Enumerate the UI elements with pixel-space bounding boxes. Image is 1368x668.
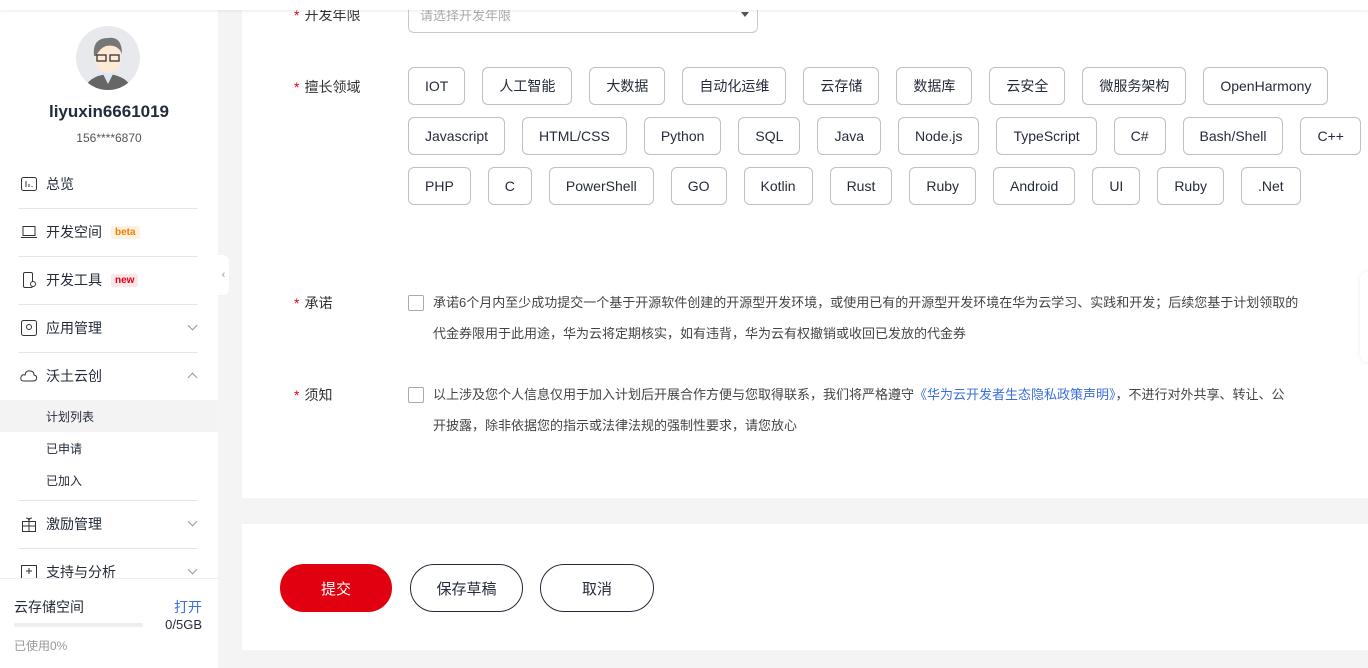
domain-tag[interactable]: Ruby: [909, 167, 977, 205]
avatar[interactable]: [76, 26, 140, 90]
domain-tag[interactable]: TypeScript: [996, 117, 1097, 155]
sidebar-item-label: 应用管理: [46, 320, 102, 336]
domain-tag[interactable]: 云安全: [989, 67, 1066, 105]
chevron-down-icon: [187, 516, 198, 527]
domain-tag[interactable]: 自动化运维: [682, 67, 787, 105]
domain-tag[interactable]: HTML/CSS: [522, 117, 627, 155]
user-phone: 156****6870: [76, 131, 142, 145]
domain-tag[interactable]: IOT: [408, 67, 466, 105]
domain-tag[interactable]: 微服务架构: [1082, 67, 1187, 105]
new-badge: new: [111, 273, 139, 287]
sidebar-item-label: 开发空间: [46, 224, 102, 240]
gift-icon: [20, 516, 38, 532]
sidebar-item-label: 激励管理: [46, 516, 102, 532]
sidebar-subitem-applied[interactable]: 已申请: [0, 432, 218, 464]
sidebar-item-wotu[interactable]: 沃土云创: [0, 352, 218, 400]
form-card: * 开发年限 请选择开发年限 * 擅长领域 IOT 人工智能 大数据 自动化运维 云存储 数据…: [242, 0, 1368, 498]
sidebar-item-incentive[interactable]: 激励管理: [0, 500, 218, 548]
notice-text: 以上涉及您个人信息仅用于加入计划后开展合作方便与您取得联系，我们将严格遵守《华为…: [433, 387, 1285, 433]
sidebar-nav: 总览 开发空间 beta 开发工具 new 应用管理 沃土云创 计划列表 已申请 已…: [0, 160, 218, 596]
domain-tag[interactable]: OpenHarmony: [1203, 67, 1329, 105]
domain-tag[interactable]: UI: [1092, 167, 1141, 205]
user-name: liyuxin6661019: [48, 102, 170, 121]
domain-tag[interactable]: .Net: [1241, 167, 1301, 205]
cloud-icon: [20, 368, 38, 384]
domain-tag[interactable]: C++: [1300, 117, 1361, 155]
domain-tag[interactable]: Android: [993, 167, 1076, 205]
domain-tag[interactable]: Java: [817, 117, 882, 155]
domain-tag[interactable]: 大数据: [589, 67, 666, 105]
collapse-sidebar-button[interactable]: ‹: [218, 255, 229, 295]
domain-tag[interactable]: GO: [670, 167, 727, 205]
domain-tag[interactable]: 人工智能: [482, 67, 573, 105]
chart-icon: [20, 176, 38, 192]
domain-tag[interactable]: Bash/Shell: [1182, 117, 1284, 155]
domain-tag[interactable]: Kotlin: [743, 167, 813, 205]
domain-label: * 擅长领域: [294, 79, 361, 95]
cancel-button[interactable]: 取消: [540, 564, 654, 612]
domain-tag[interactable]: Javascript: [408, 117, 506, 155]
years-placeholder: 请选择开发年限: [420, 8, 512, 23]
domain-tag[interactable]: Ruby: [1157, 167, 1224, 205]
sidebar-subitem-plan-list[interactable]: 计划列表: [0, 400, 218, 432]
chevron-left-icon: ‹: [221, 269, 226, 281]
sidebar-item-overview[interactable]: 总览: [0, 160, 218, 208]
sidebar-item-label: 沃土云创: [46, 368, 102, 384]
sidebar-item-label: 开发工具: [46, 272, 102, 288]
chevron-up-icon: [187, 372, 198, 383]
sidebar: liyuxin6661019 156****6870 总览 开发空间 beta 开…: [0, 10, 218, 668]
laptop-code-icon: [20, 224, 38, 240]
domain-tags: IOT 人工智能 大数据 自动化运维 云存储 数据库 云安全 微服务架构 OpenHarmony…: [408, 67, 1368, 205]
sidebar-item-dev-space[interactable]: 开发空间 beta: [0, 208, 218, 256]
caret-down-icon: [741, 12, 749, 17]
actions-card: 提交 保存草稿 取消: [242, 524, 1368, 650]
storage-used: 已使用0%: [14, 639, 68, 653]
sidebar-item-app-management[interactable]: 应用管理: [0, 304, 218, 352]
domain-tag[interactable]: PowerShell: [548, 167, 654, 205]
domain-tag[interactable]: Python: [643, 117, 722, 155]
storage-quota: 0/5GB: [165, 617, 202, 632]
save-draft-button[interactable]: 保存草稿: [410, 564, 523, 612]
storage-panel: 云存储空间 打开 0/5GB 已使用0%: [0, 578, 218, 668]
app-icon: [20, 320, 38, 336]
domain-tag[interactable]: Rust: [829, 167, 893, 205]
promise-text: 承诺6个月内至少成功提交一个基于开源软件创建的开源型开发环境，或使用已有的开源型…: [433, 295, 1299, 341]
domain-tag[interactable]: C#: [1113, 117, 1166, 155]
promise-checkbox[interactable]: [408, 295, 424, 311]
promise-label: * 承诺: [294, 295, 333, 311]
beta-badge: beta: [111, 225, 140, 239]
storage-open-link[interactable]: 打开: [174, 597, 202, 617]
domain-tag[interactable]: C: [487, 167, 532, 205]
notice-label: * 须知: [294, 387, 333, 403]
top-bar: [0, 0, 1368, 10]
chevron-down-icon: [187, 564, 198, 575]
domain-tag[interactable]: PHP: [408, 167, 471, 205]
phone-tool-icon: [20, 272, 38, 288]
domain-tag[interactable]: 数据库: [896, 67, 973, 105]
privacy-policy-link[interactable]: 《华为云开发者生态隐私政策声明》: [914, 387, 1116, 402]
sidebar-item-dev-tools[interactable]: 开发工具 new: [0, 256, 218, 304]
storage-title: 云存储空间: [14, 599, 84, 615]
floating-panel[interactable]: [1360, 272, 1368, 362]
chevron-down-icon: [187, 320, 198, 331]
sidebar-subitem-joined[interactable]: 已加入: [0, 464, 218, 496]
notice-checkbox[interactable]: [408, 387, 424, 403]
domain-tag[interactable]: Node.js: [898, 117, 980, 155]
domain-tag[interactable]: 云存储: [803, 67, 880, 105]
domain-tag[interactable]: SQL: [738, 117, 801, 155]
storage-progress-bar: [14, 623, 143, 627]
sidebar-item-label: 总览: [46, 176, 74, 192]
submit-button[interactable]: 提交: [280, 564, 392, 612]
